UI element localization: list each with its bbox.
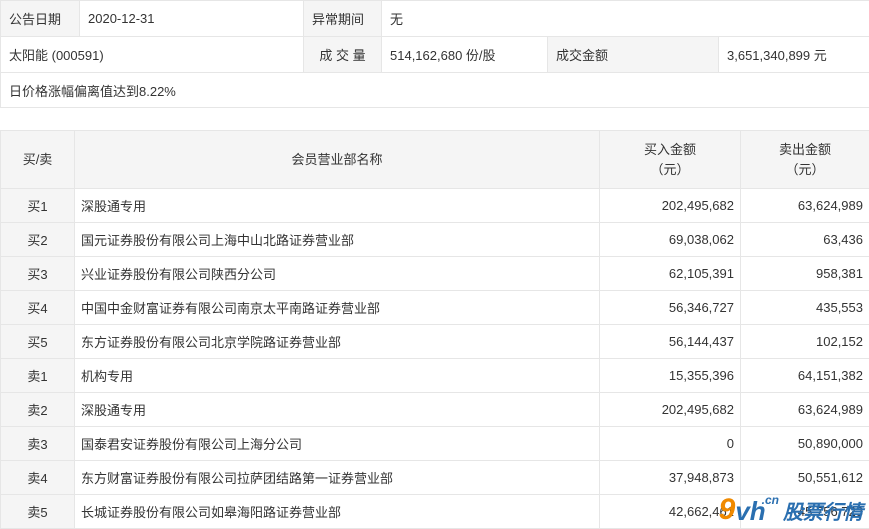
- summary-table: 公告日期 2020-12-31 异常期间 无 太阳能 (000591) 成 交 …: [0, 0, 869, 108]
- row-sell-amount: 64,151,382: [741, 359, 869, 393]
- row-side: 买3: [1, 257, 75, 291]
- table-row: 买5 东方证券股份有限公司北京学院路证券营业部 56,144,437 102,1…: [1, 325, 869, 359]
- amount-label: 成交金额: [548, 37, 719, 73]
- row-department: 兴业证券股份有限公司陕西分公司: [75, 257, 600, 291]
- summary-row-volume: 太阳能 (000591) 成 交 量 514,162,680 份/股 成交金额 …: [1, 37, 869, 73]
- row-buy-amount: 0: [600, 427, 741, 461]
- row-sell-amount: 102,152: [741, 325, 869, 359]
- row-sell-amount: 63,624,989: [741, 393, 869, 427]
- row-side: 卖1: [1, 359, 75, 393]
- row-side: 买5: [1, 325, 75, 359]
- header-buy-line2: （元）: [606, 160, 734, 180]
- table-row: 卖1 机构专用 15,355,396 64,151,382: [1, 359, 869, 393]
- row-department: 深股通专用: [75, 393, 600, 427]
- row-department: 国元证券股份有限公司上海中山北路证券营业部: [75, 223, 600, 257]
- header-department: 会员营业部名称: [75, 131, 600, 189]
- row-side: 卖2: [1, 393, 75, 427]
- row-sell-amount: 50,551,612: [741, 461, 869, 495]
- row-sell-amount: 63,436: [741, 223, 869, 257]
- table-header-row: 买/卖 会员营业部名称 买入金额 （元） 卖出金额 （元）: [1, 131, 869, 189]
- row-department: 东方证券股份有限公司北京学院路证券营业部: [75, 325, 600, 359]
- row-buy-amount: 56,144,437: [600, 325, 741, 359]
- header-sell-amount: 卖出金额 （元）: [741, 131, 869, 189]
- row-department: 中国中金财富证券有限公司南京太平南路证券营业部: [75, 291, 600, 325]
- trading-departments-table: 买/卖 会员营业部名称 买入金额 （元） 卖出金额 （元） 买1 深股通专用 2…: [0, 130, 869, 529]
- table-row: 买4 中国中金财富证券有限公司南京太平南路证券营业部 56,346,727 43…: [1, 291, 869, 325]
- date-label: 公告日期: [1, 1, 80, 37]
- header-sell-line1: 卖出金额: [747, 140, 863, 160]
- row-side: 买1: [1, 189, 75, 223]
- header-side: 买/卖: [1, 131, 75, 189]
- row-side: 卖4: [1, 461, 75, 495]
- row-department: 长城证券股份有限公司如皋海阳路证券营业部: [75, 495, 600, 529]
- row-side: 买4: [1, 291, 75, 325]
- row-side: 买2: [1, 223, 75, 257]
- abnormal-reason: 日价格涨幅偏离值达到8.22%: [1, 73, 869, 108]
- row-buy-amount: 202,495,682: [600, 393, 741, 427]
- row-buy-amount: 42,662,461: [600, 495, 741, 529]
- table-row: 买2 国元证券股份有限公司上海中山北路证券营业部 69,038,062 63,4…: [1, 223, 869, 257]
- row-buy-amount: 37,948,873: [600, 461, 741, 495]
- row-buy-amount: 62,105,391: [600, 257, 741, 291]
- row-buy-amount: 69,038,062: [600, 223, 741, 257]
- header-buy-line1: 买入金额: [606, 140, 734, 160]
- row-department: 东方财富证券股份有限公司拉萨团结路第一证券营业部: [75, 461, 600, 495]
- summary-row-reason: 日价格涨幅偏离值达到8.22%: [1, 73, 869, 108]
- header-buy-amount: 买入金额 （元）: [600, 131, 741, 189]
- row-sell-amount: 63,624,989: [741, 189, 869, 223]
- volume-label: 成 交 量: [304, 37, 382, 73]
- row-sell-amount: 435,553: [741, 291, 869, 325]
- row-buy-amount: 15,355,396: [600, 359, 741, 393]
- stock-name: 太阳能 (000591): [1, 37, 304, 73]
- amount-value: 3,651,340,899 元: [719, 37, 869, 73]
- row-side: 卖3: [1, 427, 75, 461]
- abnormal-period-value: 无: [382, 1, 869, 37]
- table-row: 卖5 长城证券股份有限公司如皋海阳路证券营业部 42,662,461 45,75…: [1, 495, 869, 529]
- table-row: 买1 深股通专用 202,495,682 63,624,989: [1, 189, 869, 223]
- row-department: 深股通专用: [75, 189, 600, 223]
- table-row: 卖2 深股通专用 202,495,682 63,624,989: [1, 393, 869, 427]
- volume-value: 514,162,680 份/股: [382, 37, 548, 73]
- row-buy-amount: 202,495,682: [600, 189, 741, 223]
- abnormal-period-label: 异常期间: [304, 1, 382, 37]
- row-side: 卖5: [1, 495, 75, 529]
- summary-row-date: 公告日期 2020-12-31 异常期间 无: [1, 1, 869, 37]
- table-row: 卖3 国泰君安证券股份有限公司上海分公司 0 50,890,000: [1, 427, 869, 461]
- row-sell-amount: 958,381: [741, 257, 869, 291]
- row-department: 国泰君安证券股份有限公司上海分公司: [75, 427, 600, 461]
- table-row: 买3 兴业证券股份有限公司陕西分公司 62,105,391 958,381: [1, 257, 869, 291]
- date-value: 2020-12-31: [80, 1, 304, 37]
- table-row: 卖4 东方财富证券股份有限公司拉萨团结路第一证券营业部 37,948,873 5…: [1, 461, 869, 495]
- row-sell-amount: 50,890,000: [741, 427, 869, 461]
- row-department: 机构专用: [75, 359, 600, 393]
- row-sell-amount: 45,756,723: [741, 495, 869, 529]
- row-buy-amount: 56,346,727: [600, 291, 741, 325]
- header-sell-line2: （元）: [747, 160, 863, 180]
